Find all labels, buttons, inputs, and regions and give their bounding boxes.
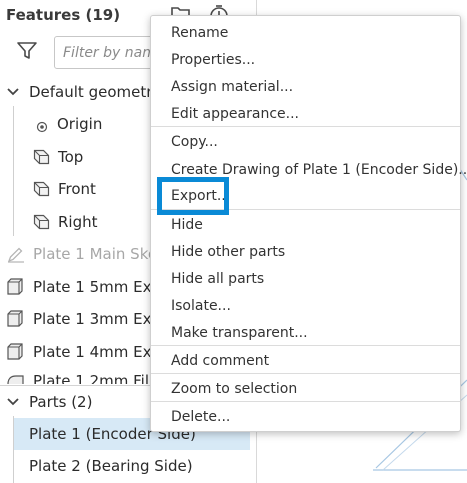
- extrude-icon: [6, 310, 25, 332]
- context-menu: Rename Properties... Assign material... …: [150, 15, 467, 432]
- part-label: Plate 2 (Bearing Side): [29, 457, 193, 475]
- menu-item-create-drawing[interactable]: Create Drawing of Plate 1 (Encoder Side)…: [171, 162, 467, 178]
- origin-label: Origin: [57, 115, 103, 133]
- fillet-icon: [6, 374, 25, 384]
- plane-icon: [33, 181, 50, 201]
- default-geometry-label: Default geometry: [29, 83, 162, 101]
- extrude-icon: [6, 343, 25, 365]
- extrude-icon: [6, 278, 25, 300]
- menu-item-isolate[interactable]: Isolate...: [171, 298, 231, 314]
- chevron-down-icon[interactable]: [6, 395, 20, 409]
- menu-item-hide-all-parts[interactable]: Hide all parts: [171, 271, 264, 287]
- export-highlight-box: [157, 177, 229, 215]
- menu-item-assign-material[interactable]: Assign material...: [171, 79, 293, 95]
- menu-item-edit-appearance[interactable]: Edit appearance...: [171, 106, 299, 122]
- menu-item-properties[interactable]: Properties...: [171, 52, 255, 68]
- parts-header-label: Parts (2): [29, 393, 93, 411]
- fillet-label: Plate 1 2mm Fillet: [33, 374, 169, 384]
- menu-separator: [151, 345, 460, 346]
- sketch-pencil-icon: [7, 246, 25, 267]
- menu-separator: [151, 401, 460, 402]
- menu-item-make-transparent[interactable]: Make transparent...: [171, 325, 308, 341]
- panel-title: Features (19): [6, 6, 121, 24]
- menu-item-add-comment[interactable]: Add comment: [171, 353, 269, 369]
- menu-item-delete[interactable]: Delete...: [171, 409, 230, 425]
- origin-icon: [36, 119, 48, 137]
- menu-item-rename[interactable]: Rename: [171, 25, 228, 41]
- menu-item-hide-other-parts[interactable]: Hide other parts: [171, 244, 285, 260]
- plane-icon: [33, 149, 50, 169]
- plane-icon: [33, 214, 50, 234]
- menu-item-copy[interactable]: Copy...: [171, 134, 218, 150]
- menu-separator: [151, 373, 460, 374]
- top-plane-label: Top: [58, 148, 84, 166]
- menu-item-zoom-to-selection[interactable]: Zoom to selection: [171, 381, 297, 397]
- menu-item-hide[interactable]: Hide: [171, 217, 203, 233]
- right-plane-label: Right: [58, 213, 98, 231]
- chevron-down-icon[interactable]: [6, 85, 20, 99]
- menu-separator: [151, 126, 460, 127]
- filter-icon[interactable]: [16, 40, 38, 66]
- front-plane-label: Front: [58, 180, 96, 198]
- part-item[interactable]: Plate 2 (Bearing Side): [0, 450, 256, 482]
